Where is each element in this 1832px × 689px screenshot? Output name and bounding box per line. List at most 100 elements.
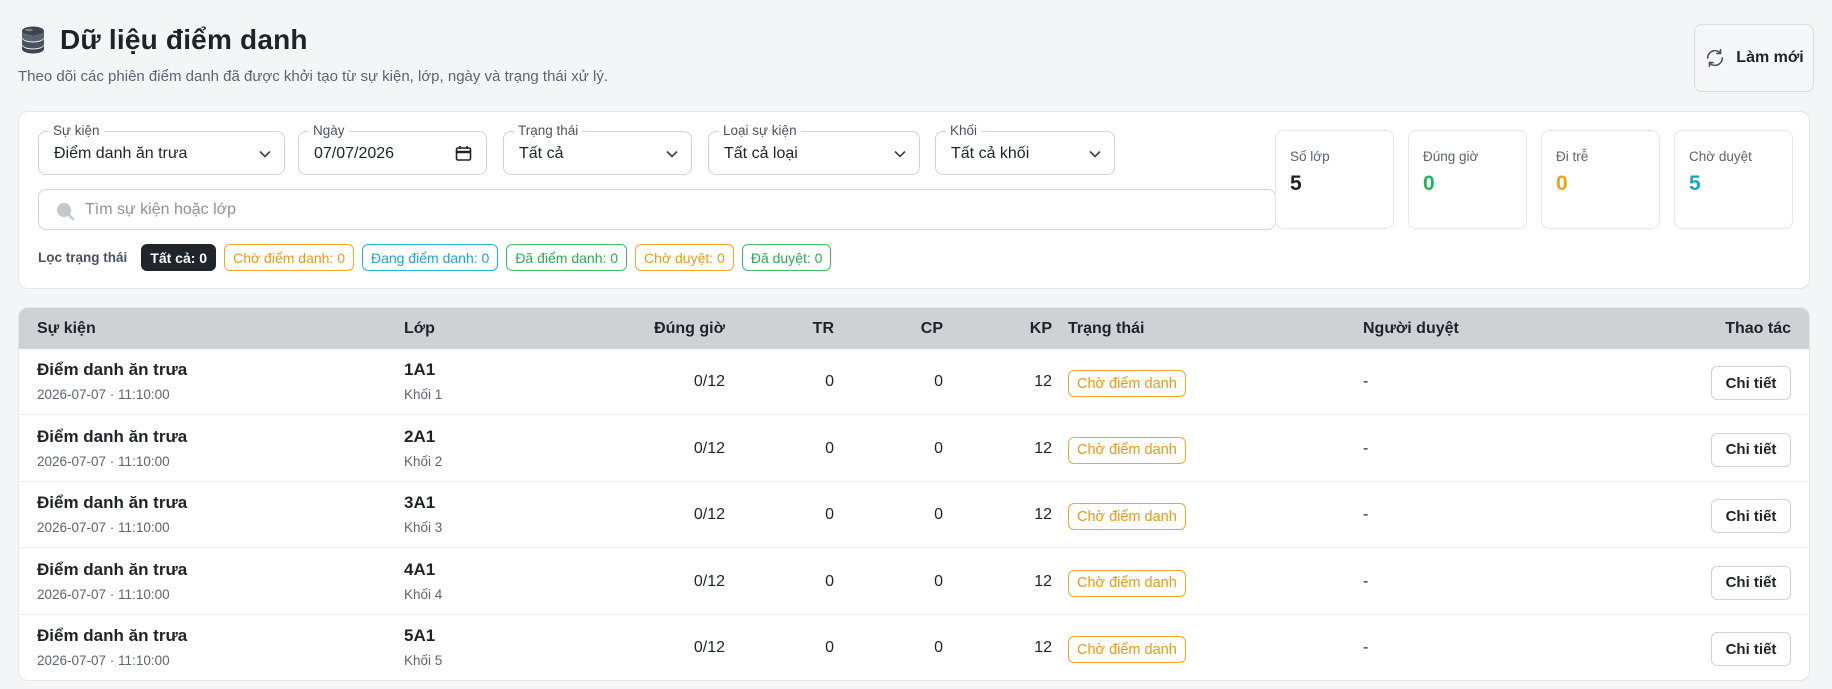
row-event-time: 2026-07-07 · 11:10:00 [37,453,170,469]
date-picker[interactable]: Ngày 07/07/2026 [298,123,487,175]
search-box [38,189,1276,230]
grade-select-value: Tất cả khối [951,145,1030,162]
row-approver: - [1363,506,1369,523]
page-header: Dữ liệu điểm danh Theo dõi các phiên điể… [18,24,1814,96]
row-kp: 12 [1034,506,1052,523]
event-type-select[interactable]: Loại sự kiện Tất cả loại [708,123,920,175]
row-kp: 12 [1034,639,1052,656]
col-actions: Thao tác [1725,320,1791,337]
stat-classes-value: 5 [1290,172,1302,195]
chip-pending[interactable]: Chờ duyệt: 0 [635,244,734,271]
col-cp: CP [920,320,943,337]
chevron-down-icon [1089,150,1101,158]
col-class: Lớp [404,320,435,337]
status-select[interactable]: Trạng thái Tất cả [503,123,692,175]
event-select[interactable]: Sự kiện Điểm danh ăn trưa [38,123,285,175]
chip-all[interactable]: Tất cả: 0 [141,244,217,271]
col-tr: TR [812,320,834,337]
row-approver: - [1363,639,1369,656]
row-tr: 0 [825,373,834,390]
col-on-time: Đúng giờ [654,320,725,337]
row-event-name: Điểm danh ăn trưa [37,426,188,446]
search-input[interactable] [85,190,1265,229]
row-tr: 0 [825,572,834,590]
stat-late-label: Đi trễ [1556,149,1589,164]
stat-on-time-label: Đúng giờ [1423,149,1479,164]
event-select-value: Điểm danh ăn trưa [54,145,188,162]
refresh-icon [1707,48,1724,68]
row-cp: 0 [934,639,943,656]
row-event-time: 2026-07-07 · 11:10:00 [37,653,170,668]
page-title: Dữ liệu điểm danh [60,24,308,55]
row-event-name: Điểm danh ăn trưa [37,559,188,579]
stat-classes: Số lớp 5 [1275,130,1394,229]
chip-approved[interactable]: Đã duyệt: 0 [741,244,832,271]
status-badge: Chờ điểm danh [1068,636,1186,663]
chip-done[interactable]: Đã điểm danh: 0 [506,244,628,271]
row-approver: - [1363,572,1369,590]
grade-select-label: Khối [946,123,982,139]
chip-waiting[interactable]: Chờ điểm danh: 0 [224,244,354,271]
stat-on-time: Đúng giờ 0 [1408,130,1527,229]
attendance-table: Sự kiện Lớp Đúng giờ TR CP KP Trạng thái… [18,307,1810,681]
row-approver: - [1363,439,1369,457]
stat-pending-label: Chờ duyệt [1689,149,1752,164]
search-icon [57,203,75,221]
refresh-button[interactable]: Làm mới [1694,24,1814,92]
row-cp: 0 [934,572,943,590]
date-picker-label: Ngày [309,123,349,139]
detail-button[interactable]: Chi tiết [1711,499,1791,533]
stat-late-value: 0 [1556,172,1568,195]
row-on-time: 0/12 [693,639,725,656]
status-badge: Chờ điểm danh [1068,436,1186,464]
row-class-name: 5A1 [404,626,436,645]
title-row: Dữ liệu điểm danh [18,24,1814,56]
row-kp: 12 [1034,572,1052,590]
row-cp: 0 [934,439,943,457]
event-type-select-label: Loại sự kiện [719,123,801,139]
row-event-time: 2026-07-07 · 11:10:00 [37,387,170,402]
table-row: Điểm danh ăn trưa 2026-07-07 · 11:10:00 … [19,416,1809,482]
row-event-name: Điểm danh ăn trưa [37,493,188,512]
row-class-name: 2A1 [404,426,436,446]
detail-button[interactable]: Chi tiết [1711,432,1791,467]
row-approver: - [1363,373,1369,390]
row-event-time: 2026-07-07 · 11:10:00 [37,586,170,602]
row-tr: 0 [825,439,834,457]
stat-pending-value: 5 [1689,172,1701,195]
status-select-value: Tất cả [519,145,564,162]
detail-button[interactable]: Chi tiết [1711,565,1791,600]
row-class-name: 3A1 [404,493,436,512]
row-cp: 0 [934,506,943,523]
table-row: Điểm danh ăn trưa 2026-07-07 · 11:10:00 … [19,615,1809,680]
col-status: Trạng thái [1068,320,1145,337]
row-kp: 12 [1034,373,1052,390]
row-event-time: 2026-07-07 · 11:10:00 [37,520,170,535]
filter-panel: Sự kiện Điểm danh ăn trưa Ngày 07/07/202… [18,111,1810,289]
col-approver: Người duyệt [1363,320,1459,337]
grade-select[interactable]: Khối Tất cả khối [935,123,1115,175]
row-event-name: Điểm danh ăn trưa [37,626,188,645]
detail-button[interactable]: Chi tiết [1711,632,1791,666]
row-class-name: 1A1 [404,360,436,379]
row-class-grade: Khối 4 [404,586,443,602]
status-filter-row: Lọc trạng thái Tất cả: 0 Chờ điểm danh: … [38,244,832,271]
event-select-label: Sự kiện [49,123,104,139]
row-event-name: Điểm danh ăn trưa [37,360,188,379]
status-badge: Chờ điểm danh [1068,503,1186,530]
stat-pending: Chờ duyệt 5 [1674,130,1793,229]
stat-classes-label: Số lớp [1290,149,1330,164]
chevron-down-icon [894,150,906,158]
table-row: Điểm danh ăn trưa 2026-07-07 · 11:10:00 … [19,549,1809,615]
status-badge: Chờ điểm danh [1068,370,1186,397]
status-select-label: Trạng thái [514,123,583,139]
calendar-icon[interactable] [455,145,472,162]
stat-late: Đi trễ 0 [1541,130,1660,229]
chip-in-progress[interactable]: Đang điểm danh: 0 [362,244,499,271]
row-class-grade: Khối 2 [404,453,443,469]
row-cp: 0 [934,373,943,390]
detail-button[interactable]: Chi tiết [1711,366,1791,400]
refresh-label: Làm mới [1736,49,1804,66]
database-icon [22,26,44,54]
table-row: Điểm danh ăn trưa 2026-07-07 · 11:10:00 … [19,349,1809,415]
